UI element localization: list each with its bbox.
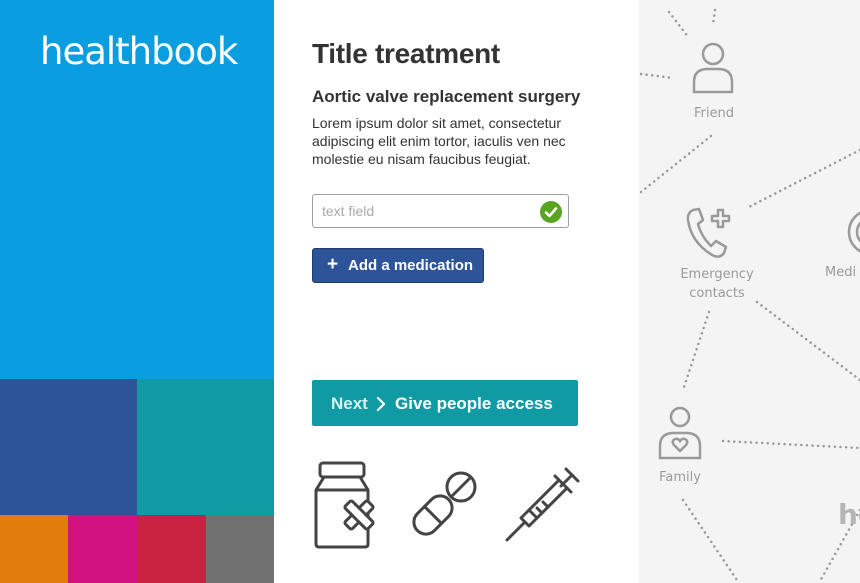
description-text: Lorem ipsum dolor sit amet, consectetur … [312,115,566,167]
pills-icon [412,471,477,536]
text-field[interactable] [312,194,569,228]
treatment-subtitle: Aortic valve replacement surgery [312,87,581,106]
swatch-orange [0,515,68,583]
person-icon [692,42,734,94]
person-heart-icon [658,406,702,460]
check-circle-icon [540,201,562,223]
chevron-right-icon [376,393,386,417]
network-node-partial: he [838,498,860,531]
plus-icon: + [327,254,339,275]
network-node-emergency-contacts[interactable]: Emergency contacts [667,265,767,303]
swatch-red [137,515,206,583]
network-node-medical[interactable]: Medi [825,265,860,280]
next-give-access-button[interactable]: Next Give people access [312,380,578,426]
add-medication-label: Add a medication [348,257,474,274]
page-title: Title treatment [312,38,500,69]
swatch-magenta [68,515,137,583]
medicine-bottle-icon [314,461,375,549]
network-panel: Friend Emergency contacts Medi Family he [639,0,860,583]
add-medication-button[interactable]: + Add a medication [312,248,484,283]
next-label: Next [331,394,368,413]
text-field-input[interactable] [322,203,532,219]
phone-plus-icon [686,207,731,258]
give-access-label: Give people access [395,394,553,413]
emergency-label-line2: contacts [689,286,745,301]
syringe-icon [505,467,580,542]
emergency-label-line1: Emergency [680,267,754,282]
swatch-blue [0,379,137,515]
network-node-family[interactable]: Family [649,470,711,485]
swatch-teal [137,379,274,515]
network-node-friend[interactable]: Friend [683,106,745,121]
swatch-gray [206,515,274,583]
medical-icon [847,211,860,253]
healthbook-logo[interactable]: healthbook [40,30,238,73]
